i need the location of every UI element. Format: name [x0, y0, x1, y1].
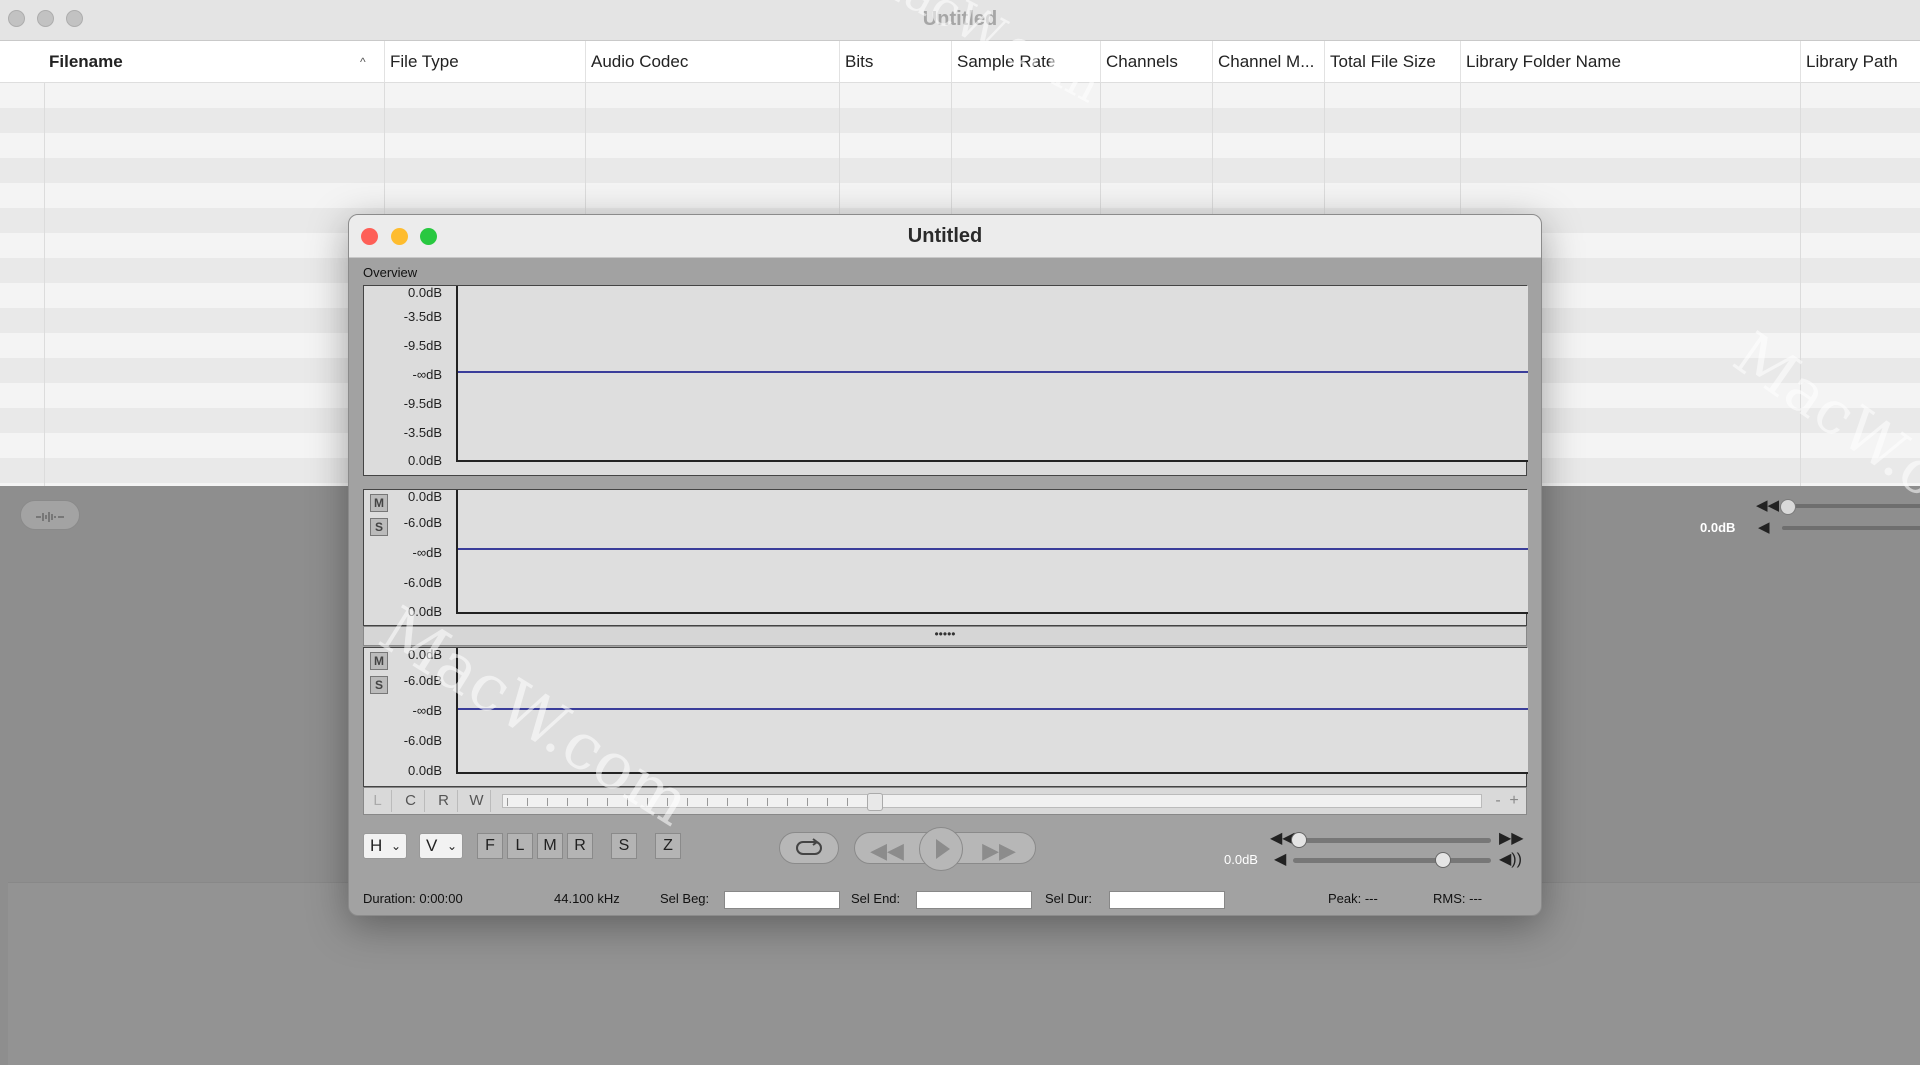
sort-ascending-icon[interactable]: ^ [360, 55, 366, 69]
speaker-high-icon: ◀)) [1499, 851, 1522, 868]
table-row[interactable] [0, 158, 1920, 183]
speaker-low-icon: ◀ [1274, 851, 1287, 868]
axis-label: -3.5dB [403, 309, 442, 324]
scroll-right-button[interactable]: R [430, 790, 458, 812]
axis-label: -6.0dB [403, 515, 442, 530]
main-volume-label: 0.0dB [1700, 520, 1736, 535]
scroll-center-button[interactable]: C [397, 790, 425, 812]
editor-volume-knob[interactable] [1435, 852, 1451, 868]
axis-label: -∞dB [412, 367, 443, 382]
peak-label: Peak: --- [1328, 891, 1378, 906]
channel-1-panel[interactable]: M S 0.0dB -6.0dB -∞dB -6.0dB 0.0dB [363, 489, 1528, 626]
axis-label: -6.0dB [403, 733, 442, 748]
column-total-file-size[interactable]: Total File Size [1324, 41, 1460, 82]
table-row[interactable] [0, 108, 1920, 133]
axis-label: 0.0dB [408, 453, 442, 468]
zoom-slider-thumb[interactable] [867, 793, 883, 811]
scroll-zoom-bar: L C R W - + [363, 787, 1527, 815]
column-library-folder-name[interactable]: Library Folder Name [1460, 41, 1800, 82]
chevron-down-icon: ⌄ [446, 839, 457, 853]
main-position-slider[interactable] [1782, 504, 1920, 508]
horizontal-zoom-dropdown[interactable]: H ⌄ [363, 833, 407, 859]
sel-dur-field[interactable] [1109, 891, 1225, 909]
column-file-type[interactable]: File Type [384, 41, 585, 82]
sample-rate-label: 44.100 kHz [554, 891, 620, 906]
loop-button[interactable] [779, 832, 839, 864]
rewind-icon: ◀◀ [870, 838, 904, 863]
play-icon [936, 839, 950, 859]
tool-f-button[interactable]: F [477, 833, 503, 859]
dropdown-v-label: V [426, 836, 438, 855]
zoom-in-button[interactable]: + [1500, 790, 1528, 812]
overview-waveform [458, 371, 1528, 373]
tool-m-button[interactable]: M [537, 833, 563, 859]
fast-forward-icon: ▶▶ [982, 838, 1016, 863]
axis-label: -9.5dB [403, 396, 442, 411]
editor-volume-slider[interactable] [1293, 858, 1491, 863]
dropdown-h-label: H [370, 836, 383, 855]
channel-2-waveform [458, 708, 1528, 710]
column-library-path[interactable]: Library Path [1800, 41, 1920, 82]
axis-label: 0.0dB [408, 763, 442, 778]
rewind-button[interactable]: ◀◀ [867, 838, 907, 864]
waveform-icon [36, 511, 64, 522]
main-volume-slider[interactable] [1782, 526, 1920, 530]
sel-beg-label: Sel Beg: [660, 891, 710, 906]
waveform-toggle-button[interactable] [20, 500, 80, 530]
axis-label: -6.0dB [403, 575, 442, 590]
overview-label: Overview [363, 265, 418, 280]
column-audio-codec[interactable]: Audio Codec [585, 41, 839, 82]
fast-forward-icon[interactable]: ▶▶ [1499, 828, 1524, 848]
vertical-zoom-dropdown[interactable]: V ⌄ [419, 833, 463, 859]
sel-end-label: Sel End: [851, 891, 901, 906]
overview-plot[interactable] [456, 286, 1528, 462]
axis-label: -∞dB [412, 545, 443, 560]
editor-titlebar: Untitled [349, 215, 1541, 258]
editor-window-title: Untitled [907, 225, 983, 247]
axis-label: -∞dB [412, 703, 443, 718]
axis-label: 0.0dB [408, 489, 442, 504]
column-divider [44, 83, 45, 486]
chevron-down-icon: ⌄ [390, 839, 401, 853]
tool-l-button[interactable]: L [507, 833, 533, 859]
speaker-icon: ◀ [1758, 519, 1770, 536]
editor-volume-label: 0.0dB [1224, 852, 1258, 867]
rewind-icon[interactable]: ◀◀ [1756, 496, 1779, 514]
audio-editor-window: Untitled Overview 0.0dB -3.5dB -9.5dB -∞… [348, 214, 1542, 916]
column-channel-mode[interactable]: Channel M... [1212, 41, 1324, 82]
axis-label: 0.0dB [408, 285, 442, 300]
axis-label: -3.5dB [403, 425, 442, 440]
duration-label: Duration: 0:00:00 [363, 891, 463, 906]
sel-beg-field[interactable] [724, 891, 840, 909]
play-button[interactable] [919, 827, 963, 871]
tool-r-button[interactable]: R [567, 833, 593, 859]
channel-divider-handle[interactable]: ••••• [363, 626, 1527, 646]
loop-icon [796, 838, 822, 855]
fast-forward-button[interactable]: ▶▶ [979, 838, 1019, 864]
sel-end-field[interactable] [916, 891, 1032, 909]
column-bits[interactable]: Bits [839, 41, 951, 82]
column-channels[interactable]: Channels [1100, 41, 1212, 82]
overview-panel[interactable]: 0.0dB -3.5dB -9.5dB -∞dB -9.5dB -3.5dB 0… [363, 285, 1528, 476]
channel-1-waveform [458, 548, 1528, 550]
axis-label: -9.5dB [403, 338, 442, 353]
scroll-left-button[interactable]: L [364, 790, 392, 812]
editor-position-knob[interactable] [1291, 832, 1307, 848]
main-position-knob[interactable] [1780, 499, 1796, 515]
editor-position-slider[interactable] [1293, 838, 1491, 843]
s-button[interactable]: S [611, 833, 637, 859]
channel-1-plot[interactable] [456, 490, 1528, 614]
sel-dur-label: Sel Dur: [1045, 891, 1092, 906]
scroll-whole-button[interactable]: W [463, 790, 491, 812]
column-filename[interactable]: Filename [44, 41, 384, 82]
rms-label: RMS: --- [1433, 891, 1483, 906]
